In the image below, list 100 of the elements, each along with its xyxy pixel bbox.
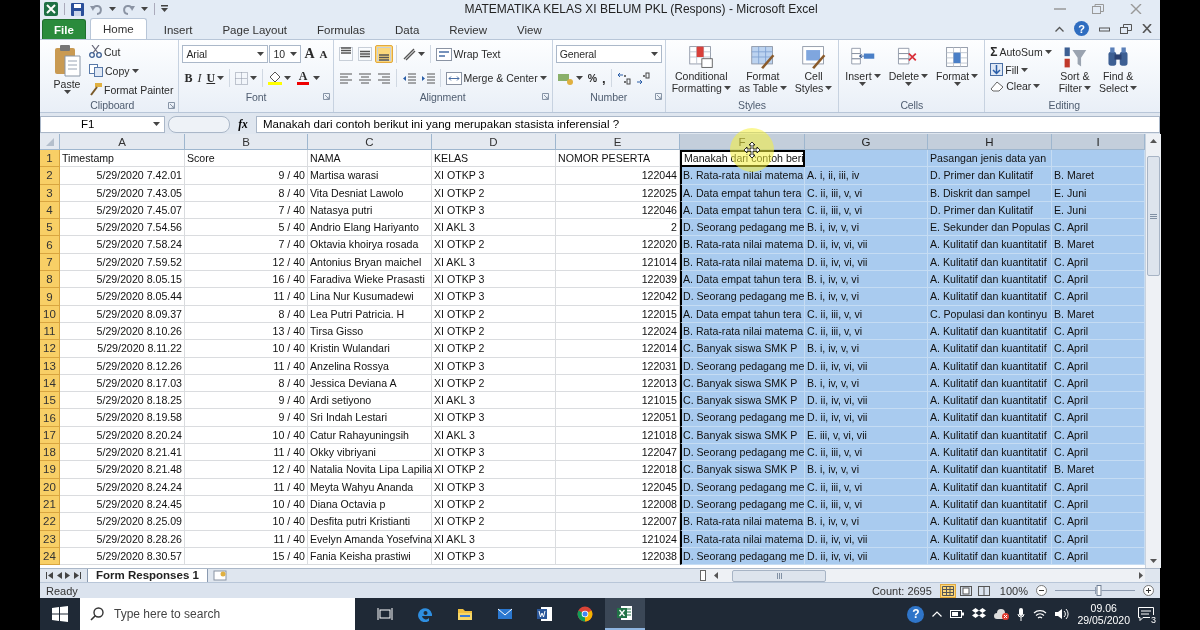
table-cell[interactable]: 122051 [556, 409, 680, 427]
table-cell[interactable]: A. i, ii, iii, iv [805, 167, 928, 185]
percent-button[interactable]: % [585, 70, 599, 86]
conditional-formatting-button[interactable]: Conditional Formatting [668, 43, 734, 97]
taskbar-app-button[interactable] [605, 598, 645, 630]
table-cell[interactable]: 122047 [556, 444, 680, 462]
table-cell[interactable]: B. Rata-rata nilai matema [680, 167, 805, 185]
table-cell[interactable]: Okky vibriyani [308, 444, 432, 462]
italic-button[interactable]: I [195, 68, 204, 88]
format-painter-button[interactable]: Format Painter [87, 81, 176, 98]
table-cell[interactable]: 7 / 40 [185, 236, 308, 254]
table-cell[interactable]: Oktavia khoirya rosada [308, 236, 432, 254]
table-cell[interactable]: XI AKL 3 [432, 219, 556, 237]
table-cell[interactable]: 5/29/2020 8.25.09 [60, 513, 185, 531]
table-cell[interactable]: 11 / 40 [185, 444, 308, 462]
sort-filter-button[interactable]: Sort & Filter [1055, 43, 1094, 97]
table-cell[interactable]: XI OTKP 2 [432, 236, 556, 254]
copy-button[interactable]: Copy [87, 62, 176, 79]
grow-font-button[interactable]: A [302, 45, 317, 63]
table-cell[interactable]: XI OTKP 3 [432, 167, 556, 185]
table-cell[interactable]: C. Banyak siswa SMK P [680, 461, 805, 479]
table-cell[interactable]: A. Kulitatif dan kuantitatif [928, 461, 1052, 479]
table-cell[interactable]: XI OTKP 3 [432, 444, 556, 462]
table-cell[interactable]: 122014 [556, 340, 680, 358]
table-cell[interactable]: 5/29/2020 8.19.58 [60, 409, 185, 427]
table-cell[interactable]: 122020 [556, 236, 680, 254]
table-cell[interactable]: 2 [556, 219, 680, 237]
table-cell[interactable]: D. Seorang pedagang me [680, 409, 805, 427]
table-cell[interactable]: A. Kulitatif dan kuantitatif [928, 392, 1052, 410]
fill-color-button[interactable] [266, 69, 294, 87]
table-cell[interactable]: 122007 [556, 513, 680, 531]
table-cell[interactable]: 5/29/2020 7.58.24 [60, 236, 185, 254]
table-cell[interactable]: 5/29/2020 8.05.15 [60, 271, 185, 289]
view-button[interactable] [975, 583, 992, 598]
cut-button[interactable]: Cut [87, 43, 176, 60]
merge-center-button[interactable]: Merge & Center [443, 69, 549, 87]
table-cell[interactable]: Score [185, 150, 308, 168]
table-cell[interactable]: A. Kulitatif dan kuantitatif [928, 444, 1052, 462]
table-cell[interactable]: A. Kulitatif dan kuantitatif [928, 236, 1052, 254]
table-cell[interactable]: Faradiva Wieke Prasasti [308, 271, 432, 289]
table-cell[interactable]: C. April [1052, 288, 1145, 306]
table-cell[interactable]: D. Seorang pedagang me [680, 219, 805, 237]
table-cell[interactable]: A. Kulitatif dan kuantitatif [928, 409, 1052, 427]
column-header[interactable]: H [928, 134, 1052, 150]
insert-cells-button[interactable]: Insert [842, 43, 884, 97]
table-cell[interactable]: Pasangan jenis data yan [928, 150, 1052, 168]
fill-button[interactable]: Fill [988, 61, 1054, 78]
table-cell[interactable]: XI OTKP 3 [432, 271, 556, 289]
table-cell[interactable]: 5/29/2020 7.54.56 [60, 219, 185, 237]
table-cell[interactable]: C. Banyak siswa SMK P [680, 392, 805, 410]
column-header[interactable]: B [185, 134, 308, 150]
ribbon-tab[interactable]: Review [436, 19, 500, 39]
table-cell[interactable]: XI OTKP 3 [432, 409, 556, 427]
table-cell[interactable]: B. i, iv, v, vi [805, 271, 928, 289]
table-cell[interactable]: Lina Nur Kusumadewi [308, 288, 432, 306]
file-tab[interactable]: File [42, 19, 86, 39]
slider-thumb[interactable] [1096, 585, 1102, 596]
ribbon-tab[interactable]: Page Layout [209, 19, 301, 39]
paste-button[interactable]: Paste [49, 43, 85, 98]
table-cell[interactable]: NAMA [308, 150, 432, 168]
find-select-button[interactable]: Find & Select [1096, 43, 1141, 97]
table-cell[interactable]: B. i, iv, v, vi [805, 288, 928, 306]
table-cell[interactable]: 122042 [556, 288, 680, 306]
column-header[interactable]: E [556, 134, 680, 150]
table-cell[interactable]: NOMOR PESERTA [556, 150, 680, 168]
table-cell[interactable]: A. Kulitatif dan kuantitatif [928, 288, 1052, 306]
table-cell[interactable]: 11 / 40 [185, 288, 308, 306]
table-cell[interactable]: A. Kulitatif dan kuantitatif [928, 340, 1052, 358]
table-cell[interactable]: Sri Indah Lestari [308, 409, 432, 427]
row-header[interactable]: 18 [40, 444, 60, 462]
table-cell[interactable]: XI OTKP 3 [432, 288, 556, 306]
row-header[interactable]: 5 [40, 219, 60, 237]
table-cell[interactable]: Desfita putri Kristianti [308, 513, 432, 531]
table-cell[interactable]: Kristin Wulandari [308, 340, 432, 358]
table-cell[interactable]: Andrio Elang Hariyanto [308, 219, 432, 237]
table-cell[interactable]: 5 / 40 [185, 219, 308, 237]
cell-styles-button[interactable]: Cell Styles [791, 43, 836, 97]
table-cell[interactable]: B. i, iv, v, vi [805, 340, 928, 358]
row-header[interactable]: 12 [40, 340, 60, 358]
table-cell[interactable]: B. Rata-rata nilai matema [680, 513, 805, 531]
table-cell[interactable]: 5/29/2020 8.18.25 [60, 392, 185, 410]
table-cell[interactable]: 5/29/2020 8.21.41 [60, 444, 185, 462]
name-box[interactable]: F1 [40, 115, 165, 133]
ribbon-tab[interactable]: Formulas [304, 19, 378, 39]
row-header[interactable]: 16 [40, 409, 60, 427]
zoom-level[interactable]: 100% [999, 584, 1028, 597]
notification-button[interactable]: 3 [1138, 607, 1154, 621]
borders-button[interactable] [233, 69, 260, 87]
table-cell[interactable]: D. ii, iv, vi, vii [805, 392, 928, 410]
table-cell[interactable]: B. i, iv, v, vi [805, 219, 928, 237]
comma-button[interactable]: , [600, 68, 608, 88]
table-cell[interactable]: D. ii, iv, vi, vii [805, 236, 928, 254]
column-header[interactable]: D [432, 134, 556, 150]
table-cell[interactable]: D. Seorang pedagang me [680, 444, 805, 462]
table-cell[interactable]: B. Maret [1052, 167, 1145, 185]
table-cell[interactable]: C. April [1052, 409, 1145, 427]
table-cell[interactable]: E. Sekunder dan Populas [928, 219, 1052, 237]
row-header[interactable]: 22 [40, 513, 60, 531]
row-header[interactable]: 15 [40, 392, 60, 410]
font-color-button[interactable]: A [294, 70, 313, 86]
